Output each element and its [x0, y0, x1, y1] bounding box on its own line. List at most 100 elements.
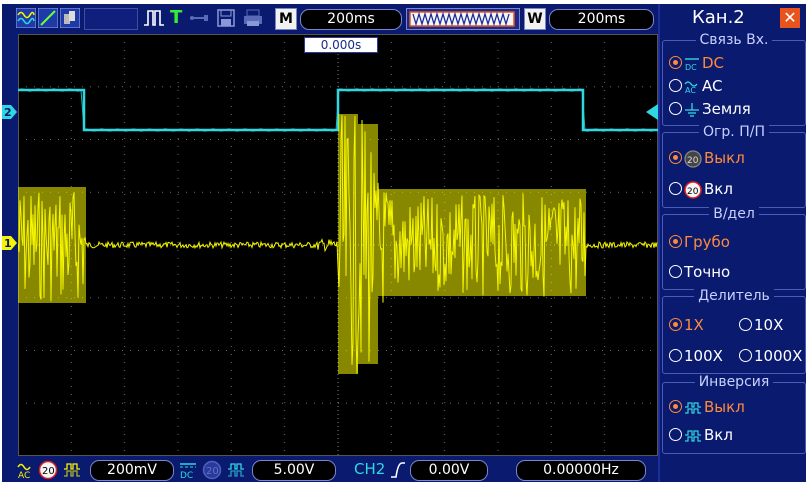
usb-icon: [190, 15, 208, 21]
probe-label: Делитель: [663, 288, 805, 304]
probe-1x-label: 1X: [684, 316, 704, 334]
print-icon[interactable]: [242, 8, 264, 28]
memory-window-wave: [409, 11, 515, 27]
probe-10x-label: 10X: [754, 316, 784, 334]
radio-icon: [669, 102, 682, 115]
coupling-option-dc[interactable]: DC DC: [669, 54, 724, 72]
main-timebase-badge: M: [275, 8, 297, 30]
svg-text:DC: DC: [180, 471, 193, 479]
ground-icon: [685, 102, 699, 117]
bw-off-label: Выкл: [704, 149, 745, 167]
bw-limit-label: Огр. П/П: [663, 124, 805, 140]
window-timebase-readout[interactable]: 200ms: [549, 9, 654, 30]
bw-limit-option-on[interactable]: 20 Вкл: [669, 180, 733, 199]
coupling-option-ground[interactable]: Земля: [669, 100, 751, 118]
svg-text:AC: AC: [685, 86, 696, 94]
invert-icon: [685, 429, 701, 442]
ch2-marker[interactable]: 2: [2, 104, 18, 120]
ch1-bw-limit-icon: 20: [38, 460, 58, 480]
trigger-level-readout[interactable]: 0.00V: [410, 460, 488, 481]
ch2-dc-coupling-icon: DC: [180, 463, 196, 479]
trigger-status-letter: T: [170, 7, 183, 28]
radio-selected-icon: [669, 151, 682, 164]
persistence-icon[interactable]: [60, 8, 80, 28]
frequency-counter: 0.00000Hz: [516, 460, 646, 481]
status-blank-box: [84, 8, 138, 30]
svg-text:20: 20: [206, 466, 219, 477]
radio-icon: [669, 265, 682, 278]
ch1-ac-coupling-icon: AC: [17, 463, 31, 479]
window-timebase-badge: W: [524, 8, 546, 30]
coupling-option-ac[interactable]: AC AC: [669, 77, 722, 95]
svg-text:20: 20: [687, 187, 699, 197]
trigger-level-marker[interactable]: [644, 104, 658, 120]
timebase-readout[interactable]: 200ms: [300, 9, 402, 30]
ch1-invert-icon: [64, 463, 80, 477]
scope-screen: T M 200ms W 200ms 0.000s 2 1 AC 20 200mV…: [2, 4, 658, 482]
invert-off-label: Выкл: [704, 398, 745, 416]
coarse-label: Грубо: [684, 233, 730, 251]
bw-20-active-icon: 20: [684, 180, 702, 199]
probe-group: Делитель 1X 10X 100X 1000X: [662, 288, 806, 374]
probe-100x-label: 100X: [684, 347, 723, 365]
invert-option-off[interactable]: Выкл: [669, 398, 745, 416]
volts-div-group: В/дел Грубо Точно: [662, 206, 806, 290]
probe-option-1x[interactable]: 1X: [669, 316, 704, 334]
ac-icon: AC: [684, 80, 698, 94]
waveform-canvas: [18, 34, 658, 456]
invert-option-on[interactable]: Вкл: [669, 426, 733, 444]
radio-selected-icon: [669, 400, 682, 413]
coupling-dc-label: DC: [702, 54, 725, 72]
rising-edge-icon: [391, 462, 405, 478]
waveform-icon[interactable]: [16, 8, 36, 28]
ch2-volts-div[interactable]: 5.00V: [252, 460, 336, 481]
radio-selected-icon: [669, 318, 682, 331]
ch1-marker-label: 1: [4, 237, 12, 250]
ch1-volts-div[interactable]: 200mV: [90, 460, 174, 481]
top-toolbar: T M 200ms W 200ms: [2, 4, 658, 32]
channel-menu-panel: Кан.2 ✕ Связь Вх. DC DC AC AC Земля Огр. П…: [658, 4, 806, 482]
probe-option-10x[interactable]: 10X: [739, 316, 783, 334]
ch2-marker-label: 2: [4, 106, 12, 119]
bw-20-icon: 20: [684, 149, 702, 168]
radio-icon: [669, 428, 682, 441]
probe-1000x-label: 1000X: [754, 347, 803, 365]
coupling-ac-label: AC: [702, 77, 723, 95]
radio-icon: [669, 349, 682, 362]
coupling-label: Связь Вх.: [663, 32, 805, 48]
pulse-icon: [144, 10, 164, 26]
bw-limit-group: Огр. П/П 20 Выкл 20 Вкл: [662, 124, 806, 208]
probe-option-1000x[interactable]: 1000X: [739, 347, 802, 365]
oscilloscope-window: T M 200ms W 200ms 0.000s 2 1 AC 20 200mV…: [0, 0, 807, 488]
svg-text:20: 20: [687, 156, 699, 166]
probe-option-100x[interactable]: 100X: [669, 347, 723, 365]
radio-icon: [739, 349, 752, 362]
svg-text:DC: DC: [685, 63, 697, 71]
save-icon[interactable]: [216, 8, 236, 28]
radio-icon: [669, 79, 682, 92]
invert-group: Инверсия Выкл Вкл: [662, 374, 806, 454]
radio-icon: [669, 182, 682, 195]
close-button[interactable]: ✕: [780, 8, 800, 28]
cursor-icon[interactable]: [38, 8, 58, 28]
volts-div-label: В/дел: [663, 206, 805, 222]
bw-limit-option-off[interactable]: 20 Выкл: [669, 149, 745, 168]
volts-div-option-coarse[interactable]: Грубо: [669, 233, 730, 251]
waveform-display[interactable]: 0.000s: [18, 34, 658, 456]
svg-text:AC: AC: [18, 471, 30, 479]
radio-icon: [739, 318, 752, 331]
fine-label: Точно: [684, 263, 731, 281]
invert-on-label: Вкл: [704, 426, 733, 444]
trigger-source: CH2: [354, 460, 386, 478]
invert-icon: [685, 401, 701, 414]
svg-text:20: 20: [42, 466, 55, 477]
radio-selected-icon: [669, 56, 682, 69]
bottom-status-bar: AC 20 200mV DC 20 5.00V CH2 0.00V 0.0000…: [2, 456, 658, 482]
radio-selected-icon: [669, 235, 682, 248]
coupling-ground-label: Земля: [702, 100, 751, 118]
ch1-marker[interactable]: 1: [2, 235, 18, 251]
volts-div-option-fine[interactable]: Точно: [669, 263, 730, 281]
memory-window-bar[interactable]: [406, 8, 520, 30]
panel-title: Кан.2: [692, 7, 745, 28]
trigger-time-position: 0.000s: [304, 37, 378, 53]
